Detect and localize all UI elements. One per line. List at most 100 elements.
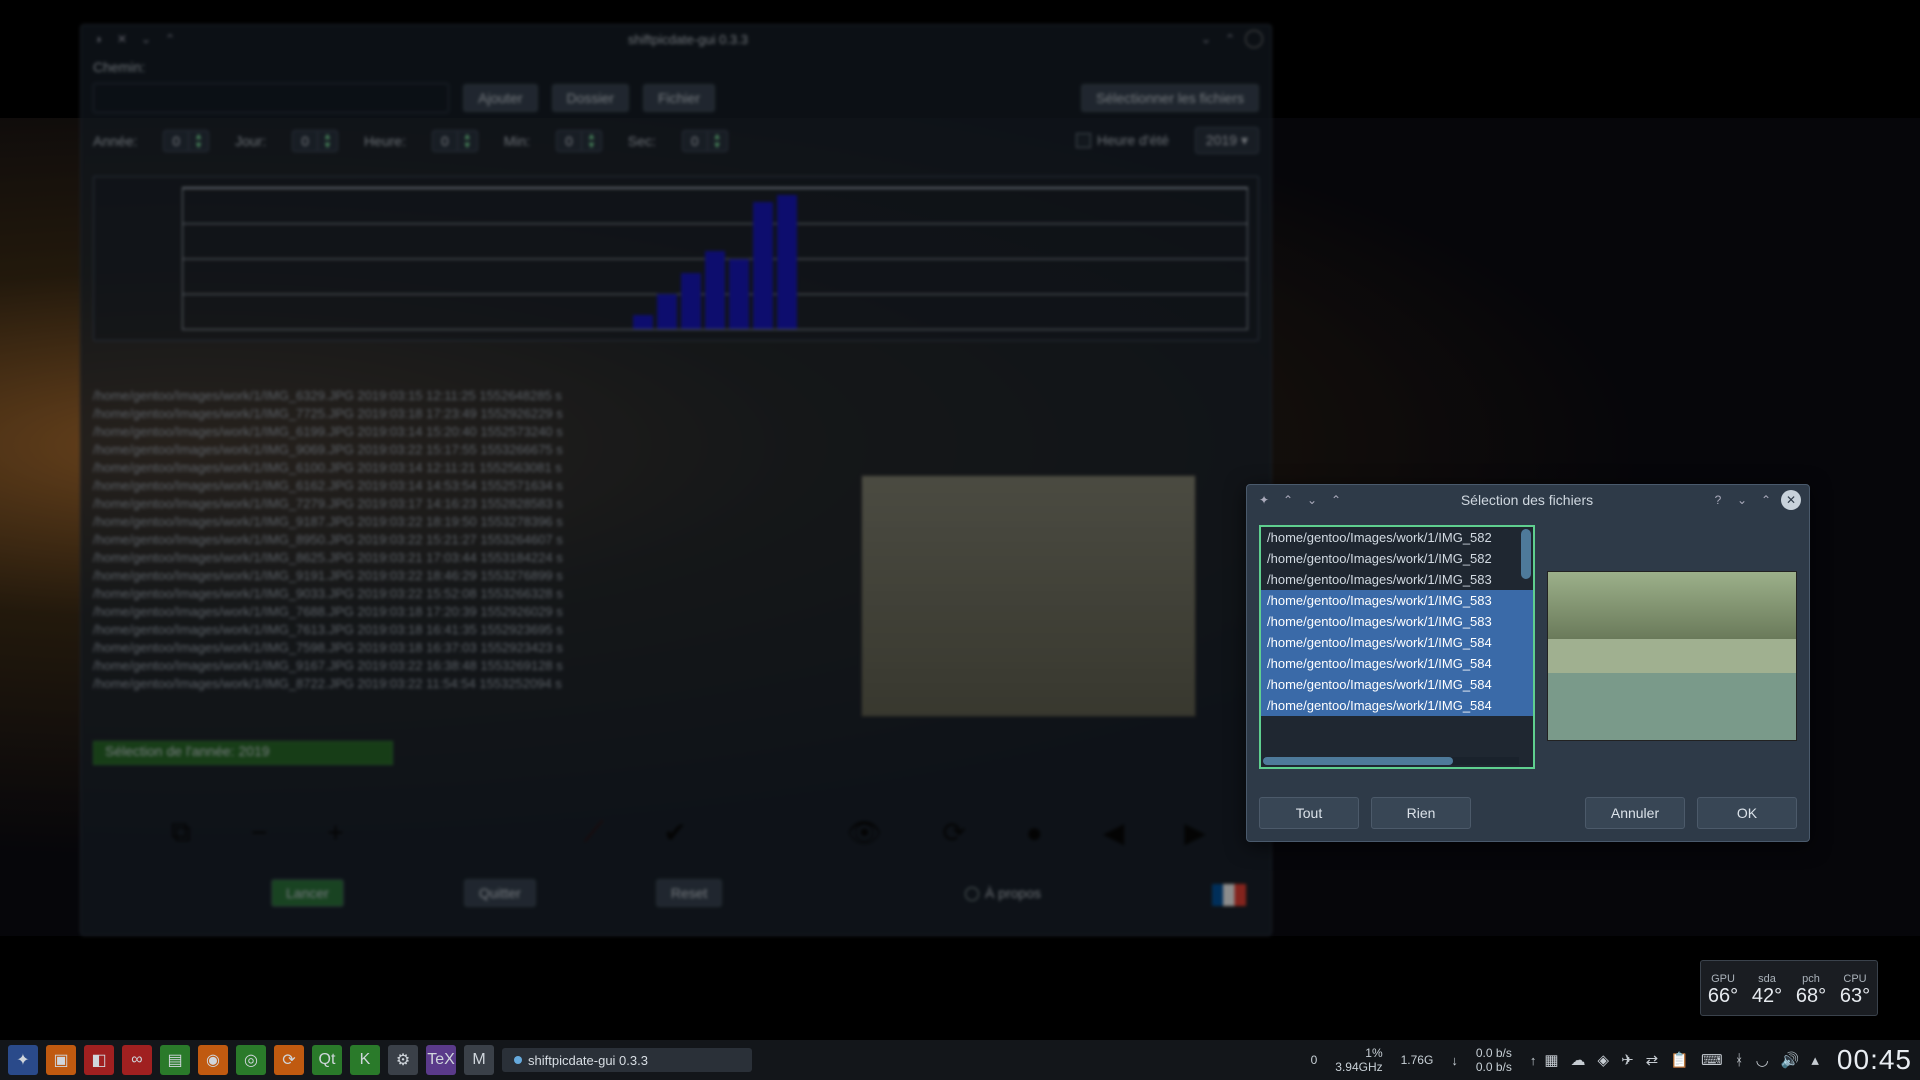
volume-tray-icon[interactable]: 🔊 xyxy=(1781,1051,1800,1069)
tray-expand-icon[interactable]: ▴ xyxy=(1811,1051,1819,1069)
ok-button[interactable]: OK xyxy=(1697,797,1797,829)
app-icon-1[interactable]: ◧ xyxy=(84,1045,114,1075)
sec-spinner[interactable]: 0▲▼ xyxy=(682,130,728,152)
year-spinner[interactable]: 0▲▼ xyxy=(163,130,209,152)
wifi-tray-icon[interactable]: ◡ xyxy=(1756,1051,1769,1069)
flag-fr-icon[interactable] xyxy=(1211,883,1247,907)
chart-bar xyxy=(705,251,725,329)
min-icon[interactable]: ⌄ xyxy=(1197,30,1215,48)
log-line: /home/gentoo/Images/work/1/IMG_9069.JPG … xyxy=(93,441,1259,459)
file-list-item[interactable]: /home/gentoo/Images/work/1/IMG_582 xyxy=(1261,548,1533,569)
run-button[interactable]: Lancer xyxy=(271,879,344,907)
max-icon[interactable]: ⌃ xyxy=(1221,30,1239,48)
year-spin-label: Année: xyxy=(93,133,137,149)
file-manager-icon[interactable]: ▤ xyxy=(160,1045,190,1075)
kde-menu-icon[interactable]: ✦ xyxy=(8,1045,38,1075)
quit-button[interactable]: Quitter xyxy=(464,879,536,907)
chevron-down-icon[interactable]: ⌄ xyxy=(1303,491,1321,509)
prev-icon[interactable]: ◀ xyxy=(1103,816,1125,849)
max-icon[interactable]: ⌃ xyxy=(1757,491,1775,509)
help-icon[interactable]: ? xyxy=(1709,491,1727,509)
chevron-up-icon[interactable]: ⌃ xyxy=(1279,491,1297,509)
chart-bar xyxy=(633,315,653,329)
file-list[interactable]: /home/gentoo/Images/work/1/IMG_582/home/… xyxy=(1259,525,1535,769)
close-icon[interactable]: ✕ xyxy=(1781,490,1801,510)
folder-button[interactable]: Dossier xyxy=(552,84,629,112)
file-list-item[interactable]: /home/gentoo/Images/work/1/IMG_582 xyxy=(1261,527,1533,548)
progress-label: Sélection de l'année: 2019 xyxy=(105,743,270,759)
reset-button[interactable]: Reset xyxy=(656,879,723,907)
chevron-double-up-icon[interactable]: ⌃ xyxy=(1327,491,1345,509)
app-icon-2[interactable]: ∞ xyxy=(122,1045,152,1075)
select-none-button[interactable]: Rien xyxy=(1371,797,1471,829)
network-tray-icon[interactable]: ⇄ xyxy=(1646,1051,1659,1069)
pin-icon[interactable]: ✕ xyxy=(113,30,131,48)
brush-icon[interactable]: ⟋ xyxy=(584,816,604,849)
cpu-tray-icon[interactable]: ▦ xyxy=(1544,1051,1558,1069)
app-icon: ◑ xyxy=(89,30,107,48)
minus-icon[interactable]: − xyxy=(251,817,267,849)
eye-icon[interactable]: 👁 xyxy=(847,816,883,849)
system-monitor-widget: GPU66°sda42°pch68°CPU63° xyxy=(1700,960,1878,1016)
plus-icon[interactable]: + xyxy=(327,817,343,849)
down-arrow-icon: ↓ xyxy=(1451,1053,1458,1068)
file-list-item[interactable]: /home/gentoo/Images/work/1/IMG_584 xyxy=(1261,674,1533,695)
vertical-scrollbar[interactable] xyxy=(1521,529,1531,579)
taskbar-task[interactable]: shiftpicdate-gui 0.3.3 xyxy=(502,1048,752,1072)
chart-bar xyxy=(753,202,773,329)
browser-icon[interactable]: ◎ xyxy=(236,1045,266,1075)
m-icon[interactable]: M xyxy=(464,1045,494,1075)
tex-icon[interactable]: TeX xyxy=(426,1045,456,1075)
dst-checkbox[interactable]: Heure d'été xyxy=(1076,132,1169,150)
gear-icon[interactable]: ⚙ xyxy=(388,1045,418,1075)
path-input[interactable] xyxy=(93,83,449,113)
about-link[interactable]: À propos xyxy=(965,885,1041,901)
select-files-button[interactable]: Sélectionner les fichiers xyxy=(1081,84,1259,112)
dialog-image-preview xyxy=(1547,571,1797,741)
file-list-item[interactable]: /home/gentoo/Images/work/1/IMG_584 xyxy=(1261,632,1533,653)
keyboard-tray-icon[interactable]: ⌨ xyxy=(1701,1051,1723,1069)
qt-icon[interactable]: Qt xyxy=(312,1045,342,1075)
telegram-tray-icon[interactable]: ✈ xyxy=(1621,1051,1634,1069)
file-list-item[interactable]: /home/gentoo/Images/work/1/IMG_583 xyxy=(1261,590,1533,611)
taskbar-clock[interactable]: 00:45 xyxy=(1837,1044,1912,1076)
cancel-button[interactable]: Annuler xyxy=(1585,797,1685,829)
file-button[interactable]: Fichier xyxy=(643,84,715,112)
horizontal-scrollbar[interactable] xyxy=(1263,757,1453,765)
year-select[interactable]: 2019 ▾ xyxy=(1195,127,1259,154)
refresh-icon[interactable]: ⟳ xyxy=(942,816,965,849)
min-icon[interactable]: ⌄ xyxy=(1733,491,1751,509)
main-app-window: ◑ ✕ ⌄ ⌃ shiftpicdate-gui 0.3.3 ⌄ ⌃ Chemi… xyxy=(80,24,1272,936)
chevron-up-icon[interactable]: ⌃ xyxy=(161,30,179,48)
sysmon-value: 42° xyxy=(1752,985,1782,1008)
histogram-chart xyxy=(93,176,1259,341)
clipboard-tray-icon[interactable]: 📋 xyxy=(1670,1051,1689,1069)
add-button[interactable]: Ajouter xyxy=(463,84,537,112)
firefox-icon[interactable]: ◉ xyxy=(198,1045,228,1075)
file-list-item[interactable]: /home/gentoo/Images/work/1/IMG_584 xyxy=(1261,653,1533,674)
blender-icon[interactable]: ⟳ xyxy=(274,1045,304,1075)
file-list-item[interactable]: /home/gentoo/Images/work/1/IMG_583 xyxy=(1261,611,1533,632)
bluetooth-tray-icon[interactable]: ᚼ xyxy=(1735,1052,1744,1069)
toolbar-icons: ⧉ − + ⟋ ✔ 👁 ⟳ ● ◀ ▶ xyxy=(171,816,1259,849)
close-icon[interactable] xyxy=(1245,30,1263,48)
sysmon-label: sda xyxy=(1752,973,1782,985)
day-spinner[interactable]: 0▲▼ xyxy=(292,130,338,152)
cloud-tray-icon[interactable]: ☁ xyxy=(1571,1051,1586,1069)
chevron-down-icon[interactable]: ⌄ xyxy=(137,30,155,48)
file-list-item[interactable]: /home/gentoo/Images/work/1/IMG_583 xyxy=(1261,569,1533,590)
kate-icon[interactable]: K xyxy=(350,1045,380,1075)
terminal-icon[interactable]: ▣ xyxy=(46,1045,76,1075)
file-list-item[interactable]: /home/gentoo/Images/work/1/IMG_584 xyxy=(1261,695,1533,716)
hour-spinner[interactable]: 0▲▼ xyxy=(432,130,478,152)
shield-tray-icon[interactable]: ◈ xyxy=(1598,1051,1610,1069)
check-icon[interactable]: ✔ xyxy=(663,816,686,849)
select-all-button[interactable]: Tout xyxy=(1259,797,1359,829)
min-spinner[interactable]: 0▲▼ xyxy=(556,130,602,152)
main-title: shiftpicdate-gui 0.3.3 xyxy=(179,32,1197,47)
compress-icon[interactable]: ⧉ xyxy=(171,816,191,849)
circle-icon[interactable]: ● xyxy=(1026,817,1043,849)
sysmon-label: CPU xyxy=(1840,973,1870,985)
log-line: /home/gentoo/Images/work/1/IMG_6199.JPG … xyxy=(93,423,1259,441)
next-icon[interactable]: ▶ xyxy=(1184,816,1206,849)
